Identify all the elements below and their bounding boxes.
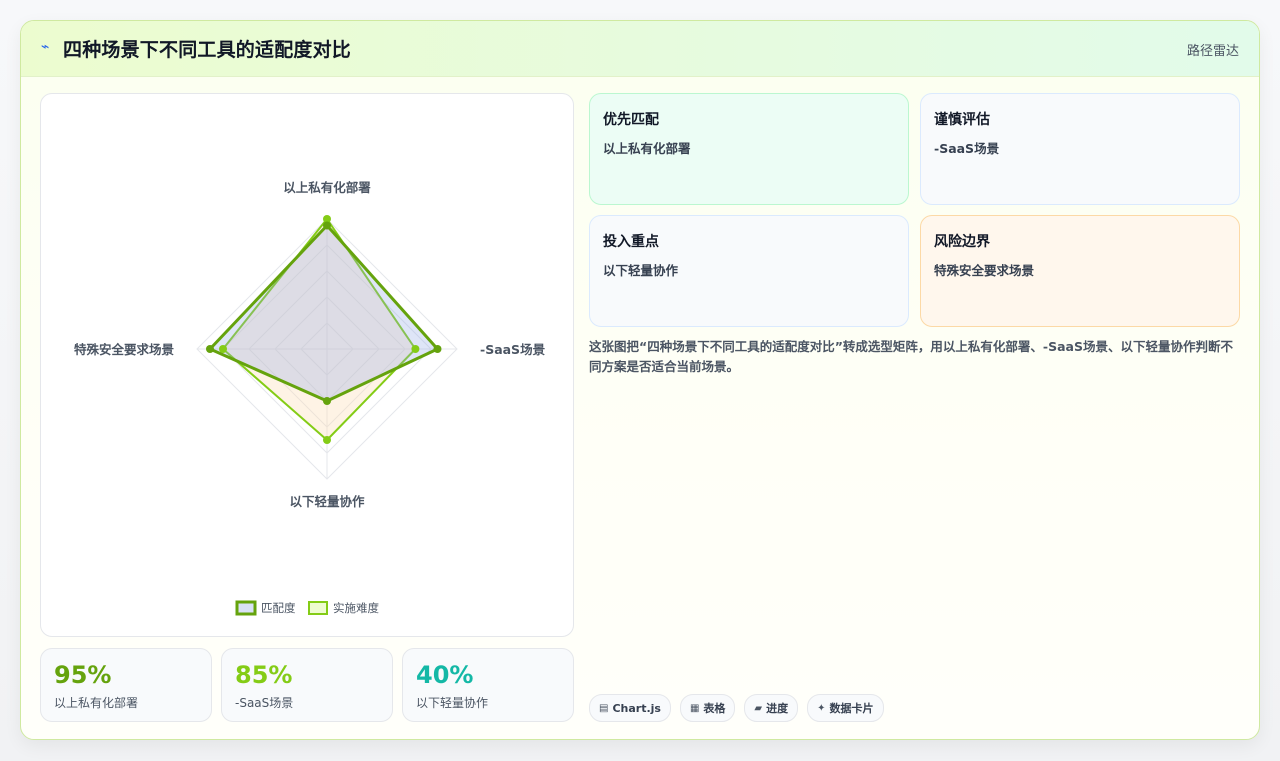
- tile-title: 优先匹配: [603, 112, 659, 128]
- tile-text: 特殊安全要求场景: [934, 263, 1035, 278]
- tile-investment-focus: 投入重点 以下轻量协作: [589, 215, 909, 327]
- chart-description: 这张图把“四种场景下不同工具的适配度对比”转成选型矩阵，用以上私有化部署、-Sa…: [589, 339, 1233, 374]
- page-title: 四种场景下不同工具的适配度对比: [63, 39, 352, 61]
- progress-icon: ▰: [754, 702, 763, 714]
- radar-point: [433, 345, 442, 353]
- tile-careful-evaluation: 谨慎评估 -SaaS场景: [920, 93, 1240, 205]
- tile-risk-boundary: 风险边界 特殊安全要求场景: [920, 215, 1240, 327]
- radar-chart: 以上私有化部署 -SaaS场景以下轻量协作 特殊安全要求场景匹配度 实施难度: [74, 180, 546, 616]
- tile-title: 投入重点: [603, 234, 659, 250]
- main-card: ⌁ 四种场景下不同工具的适配度对比 路径雷达 以上私有化部署 -SaaS场景 以下轻…: [20, 20, 1260, 740]
- card-header: ⌁ 四种场景下不同工具的适配度对比 路径雷达: [21, 21, 1259, 77]
- stat-value-1: 95%: [54, 661, 112, 689]
- stat-card-1: 95% 以上私有化部署: [40, 648, 212, 722]
- sparkle-icon: ✦: [817, 702, 826, 714]
- chip-table[interactable]: ▦ 表格: [679, 694, 736, 722]
- chip-label: 进度: [766, 702, 789, 715]
- chip-chartjs[interactable]: ▤ Chart.js: [589, 694, 671, 722]
- stat-value-2: 85%: [235, 661, 293, 689]
- chip-data-card[interactable]: ✦ 数据卡片: [807, 694, 884, 722]
- radar-series-area-1: [208, 224, 439, 403]
- radar-point: [206, 345, 214, 353]
- radar-axis-label: 特殊安全要求场景: [74, 342, 175, 357]
- table-icon: ▤: [599, 702, 609, 714]
- legend-swatch: [235, 600, 257, 616]
- radar-point: [323, 436, 331, 444]
- page: ⌁ 四种场景下不同工具的适配度对比 路径雷达 以上私有化部署 -SaaS场景 以下轻…: [0, 0, 1280, 761]
- tech-chip-list: ▤ Chart.js ▦ 表格 ▰ 进度 ✦ 数据卡片: [589, 694, 884, 722]
- chip-label: 表格: [703, 702, 726, 715]
- radar-axis-label: 以下轻量协作: [289, 494, 365, 509]
- grid-icon: ▦: [689, 702, 700, 714]
- tile-text: -SaaS场景: [934, 141, 1000, 156]
- legend-swatch: [308, 601, 328, 615]
- radar-axis-label: -SaaS场景: [480, 342, 546, 357]
- legend-label: 实施难度: [333, 601, 379, 615]
- stat-label-2: -SaaS场景: [235, 696, 294, 710]
- stat-card-3: 40% 以下轻量协作: [402, 648, 574, 722]
- legend-label: 匹配度: [261, 601, 296, 615]
- radar-point: [323, 221, 331, 230]
- stat-label-3: 以下轻量协作: [416, 696, 489, 710]
- tile-text: 以上私有化部署: [603, 141, 691, 156]
- stat-value-3: 40%: [416, 661, 474, 689]
- radar-axis-label: 以上私有化部署: [283, 180, 371, 195]
- radar-chart-panel: 以上私有化部署 -SaaS场景以下轻量协作 特殊安全要求场景匹配度 实施难度: [40, 93, 574, 637]
- tile-text: 以下轻量协作: [603, 263, 679, 278]
- tile-title: 风险边界: [934, 234, 990, 250]
- chip-label: Chart.js: [612, 701, 661, 715]
- stat-card-2: 85% -SaaS场景: [221, 648, 393, 722]
- header-tag: 路径雷达: [1186, 44, 1239, 59]
- tile-priority-match: 优先匹配 以上私有化部署: [589, 93, 909, 205]
- stat-label-1: 以上私有化部署: [54, 696, 139, 710]
- radar-point: [219, 345, 227, 353]
- radar-point: [323, 397, 331, 405]
- chip-label: 数据卡片: [829, 702, 874, 715]
- radar-point: [411, 345, 420, 353]
- trend-icon: ⌁: [41, 39, 50, 55]
- chip-progress[interactable]: ▰ 进度: [744, 694, 799, 722]
- tile-title: 谨慎评估: [934, 112, 990, 128]
